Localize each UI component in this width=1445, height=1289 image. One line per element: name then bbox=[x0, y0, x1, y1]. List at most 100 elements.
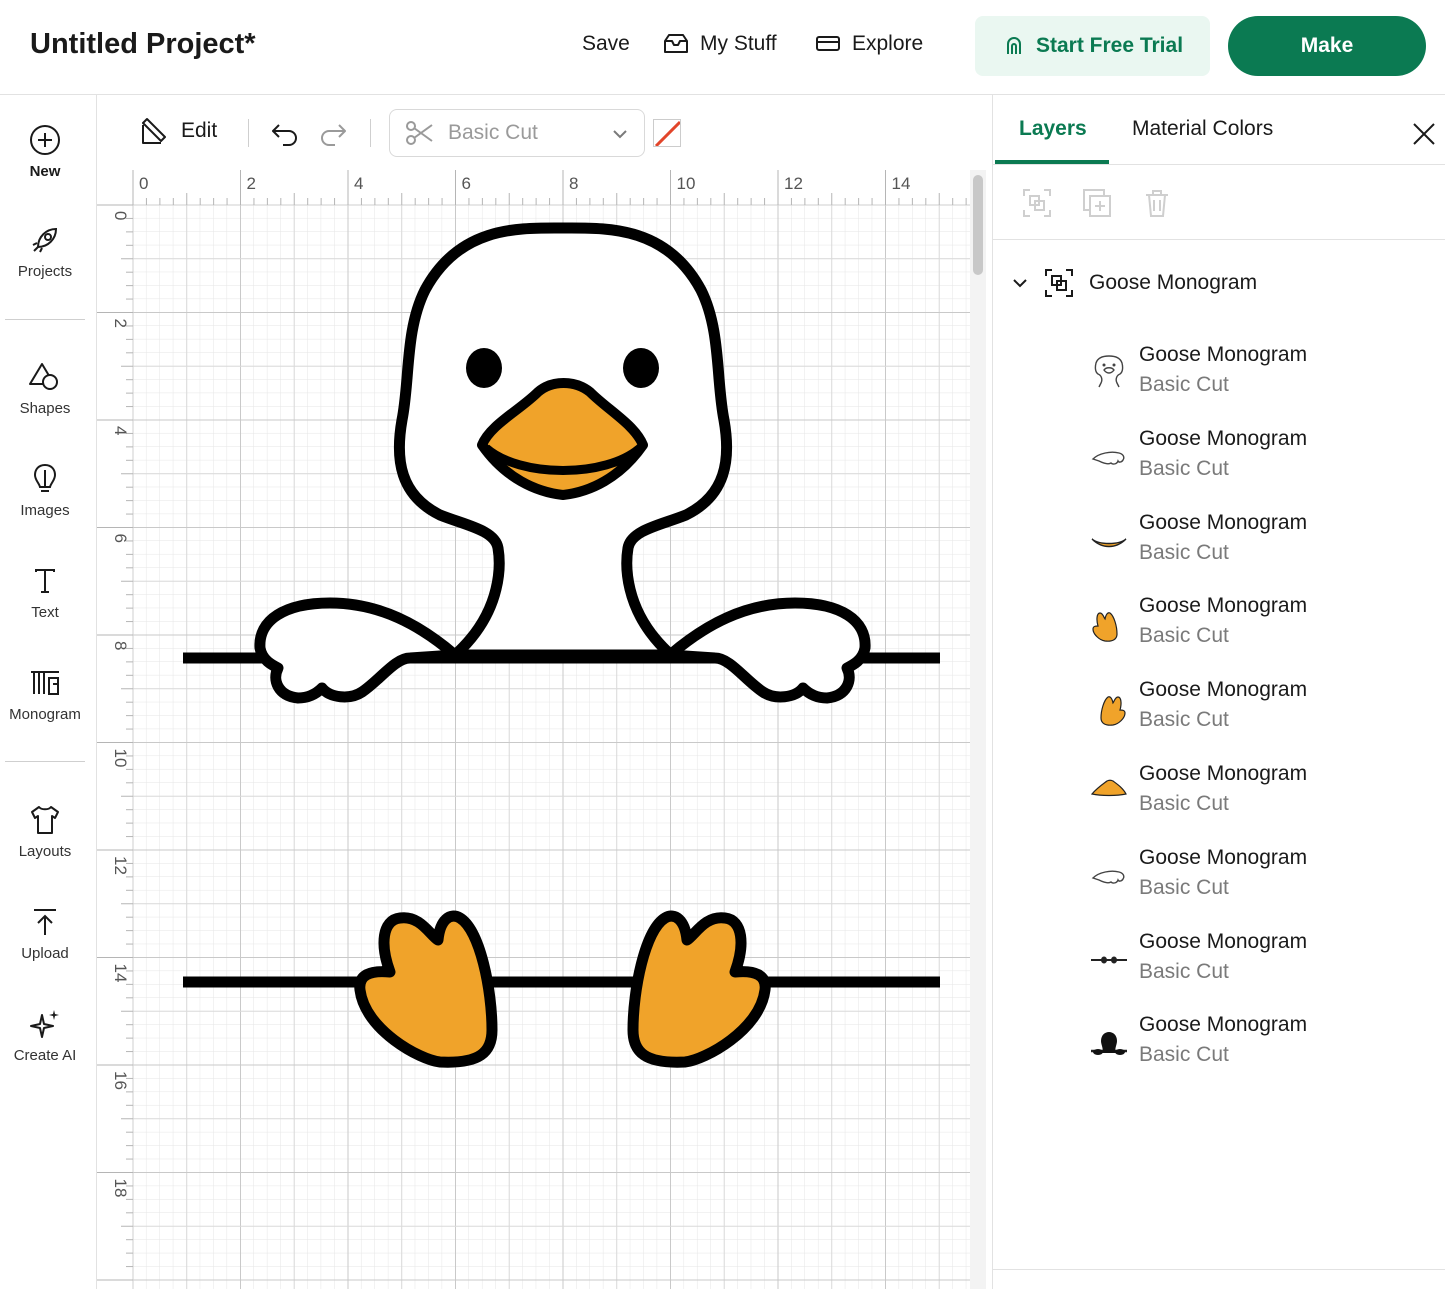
ruler-top-label: 10 bbox=[677, 174, 696, 193]
layer-name: Goose Monogram bbox=[1139, 762, 1308, 785]
ruler-top-label: 14 bbox=[892, 174, 911, 193]
layer-group-name: Goose Monogram bbox=[1089, 271, 1258, 294]
layer-name: Goose Monogram bbox=[1139, 426, 1308, 450]
sidebar-item-layouts[interactable]: Layouts bbox=[0, 803, 90, 860]
duplicate-icon[interactable] bbox=[1081, 187, 1113, 219]
layer-row[interactable]: Goose Monogram Basic Cut bbox=[1089, 762, 1429, 842]
sidebar-item-text[interactable]: Text bbox=[0, 564, 90, 621]
ruler-top-label: 4 bbox=[354, 174, 363, 193]
toolbar-divider bbox=[370, 119, 371, 147]
sidebar-item-create-ai[interactable]: Create AI bbox=[0, 1007, 90, 1064]
layer-row[interactable]: Goose Monogram Basic Cut bbox=[1089, 511, 1429, 591]
layer-group-row[interactable]: Goose Monogram bbox=[1011, 267, 1257, 299]
plus-circle-icon bbox=[30, 125, 60, 155]
layer-row[interactable]: Goose Monogram Basic Cut bbox=[1089, 846, 1429, 926]
layer-name: Goose Monogram bbox=[1139, 343, 1308, 366]
sparkle-icon bbox=[30, 1010, 59, 1038]
canvas-grid[interactable]: 0 2 4 6 8 10 12 14 0 2 4 6 8 10 12 14 16 18 bbox=[97, 170, 970, 1289]
ruler-left-label: 6 bbox=[111, 534, 130, 543]
ruler-top-label: 8 bbox=[569, 174, 578, 193]
sidebar-item-upload[interactable]: Upload bbox=[0, 905, 90, 962]
undo-icon[interactable] bbox=[269, 117, 301, 149]
layer-operation: Basic Cut bbox=[1139, 1043, 1229, 1067]
color-swatch[interactable] bbox=[653, 119, 681, 147]
layer-row[interactable]: Goose Monogram Basic Cut bbox=[1089, 678, 1429, 758]
make-label: Make bbox=[1300, 34, 1354, 57]
monogram-icon bbox=[31, 671, 59, 695]
sidebar-item-monogram[interactable]: Monogram bbox=[0, 666, 90, 723]
panel-bottom-border bbox=[993, 1269, 1445, 1270]
operation-select[interactable]: Basic Cut bbox=[389, 109, 645, 157]
edit-icon bbox=[142, 118, 166, 144]
edit-toolbar: Edit Basic Cut bbox=[97, 95, 992, 170]
group-icon[interactable] bbox=[1021, 187, 1053, 219]
upload-icon bbox=[34, 909, 56, 935]
sidebar-item-new[interactable]: New bbox=[0, 123, 90, 180]
canvas-scrollbar-thumb[interactable] bbox=[973, 175, 983, 275]
wing-outline-2-thumbnail bbox=[1091, 870, 1125, 884]
explore-button[interactable]: Explore bbox=[814, 32, 923, 56]
redo-icon[interactable] bbox=[317, 117, 349, 149]
ruler-left-label: 18 bbox=[111, 1179, 130, 1198]
foot-right-thumbnail bbox=[1100, 696, 1126, 726]
sidebar-item-images[interactable]: Images bbox=[0, 462, 90, 519]
project-title[interactable]: Untitled Project* bbox=[30, 28, 256, 61]
layer-row[interactable]: Goose Monogram Basic Cut bbox=[1089, 427, 1429, 507]
layer-row[interactable]: Goose Monogram Basic Cut bbox=[1089, 594, 1429, 674]
design-canvas[interactable]: 0 2 4 6 8 10 12 14 0 2 4 6 8 10 12 14 16 18 bbox=[97, 170, 970, 1289]
save-button[interactable]: Save bbox=[582, 32, 630, 56]
wing-outline-thumbnail bbox=[1091, 451, 1125, 465]
sidebar-label-projects: Projects bbox=[17, 263, 73, 280]
sidebar-label-create-ai: Create AI bbox=[13, 1047, 77, 1064]
ruler-top-label: 2 bbox=[247, 174, 256, 193]
tab-layers[interactable]: Layers bbox=[1019, 117, 1087, 141]
layer-row[interactable]: Goose Monogram Basic Cut bbox=[1089, 343, 1429, 423]
ruler-top-label: 12 bbox=[784, 174, 803, 193]
sidebar-item-projects[interactable]: Projects bbox=[0, 223, 90, 280]
layer-operation: Basic Cut bbox=[1139, 959, 1229, 983]
layer-operation: Basic Cut bbox=[1139, 792, 1229, 815]
left-sidebar: New Projects Shapes Images Text Monogram… bbox=[0, 95, 97, 1289]
edit-label: Edit bbox=[181, 119, 218, 142]
toolbar-divider bbox=[248, 119, 249, 147]
tab-material-colors[interactable]: Material Colors bbox=[1132, 117, 1273, 141]
group-icon bbox=[1045, 269, 1073, 297]
layer-name: Goose Monogram bbox=[1139, 594, 1308, 618]
sidebar-item-shapes[interactable]: Shapes bbox=[0, 360, 90, 417]
layer-operation: Basic Cut bbox=[1139, 540, 1229, 564]
beak-top-thumbnail bbox=[1090, 779, 1127, 797]
lightbulb-icon bbox=[33, 463, 57, 492]
ruler-left-label: 12 bbox=[111, 856, 130, 875]
layer-operation: Basic Cut bbox=[1139, 373, 1229, 396]
chevron-down-icon[interactable] bbox=[1011, 274, 1029, 292]
layer-name: Goose Monogram bbox=[1139, 845, 1308, 869]
layer-operation: Basic Cut bbox=[1139, 875, 1229, 899]
app-header: Untitled Project* Save My Stuff Explore … bbox=[0, 0, 1445, 95]
sidebar-label-text: Text bbox=[31, 604, 59, 621]
ruler-left-label: 10 bbox=[111, 749, 130, 768]
no-color-icon bbox=[654, 120, 680, 146]
canvas-scrollbar-track[interactable] bbox=[970, 170, 986, 1289]
layers-panel: Layers Material Colors Goose Monogram Go… bbox=[992, 95, 1445, 1289]
layer-row[interactable]: Goose Monogram Basic Cut bbox=[1089, 930, 1429, 1010]
layer-name: Goose Monogram bbox=[1139, 929, 1308, 953]
my-stuff-button[interactable]: My Stuff bbox=[662, 32, 777, 56]
start-free-trial-button[interactable]: Start Free Trial bbox=[975, 16, 1210, 76]
inbox-icon bbox=[664, 34, 688, 53]
sidebar-divider bbox=[5, 319, 85, 320]
explore-label: Explore bbox=[852, 32, 924, 55]
edit-button[interactable]: Edit bbox=[139, 115, 217, 147]
trial-label: Start Free Trial bbox=[1035, 34, 1184, 57]
eyes-line-thumbnail bbox=[1091, 956, 1127, 964]
scissors-icon bbox=[406, 121, 433, 145]
ruler-top-label: 6 bbox=[462, 174, 471, 193]
trash-icon[interactable] bbox=[1141, 187, 1173, 219]
close-icon[interactable] bbox=[1411, 121, 1437, 147]
ruler-top-label: 0 bbox=[139, 174, 148, 193]
layer-operation: Basic Cut bbox=[1139, 456, 1229, 480]
layer-row[interactable]: Goose Monogram Basic Cut bbox=[1089, 1013, 1429, 1093]
layer-name: Goose Monogram bbox=[1139, 1013, 1308, 1037]
foot-left-thumbnail bbox=[1092, 612, 1118, 643]
my-stuff-label: My Stuff bbox=[700, 32, 777, 55]
make-button[interactable]: Make bbox=[1228, 16, 1426, 76]
